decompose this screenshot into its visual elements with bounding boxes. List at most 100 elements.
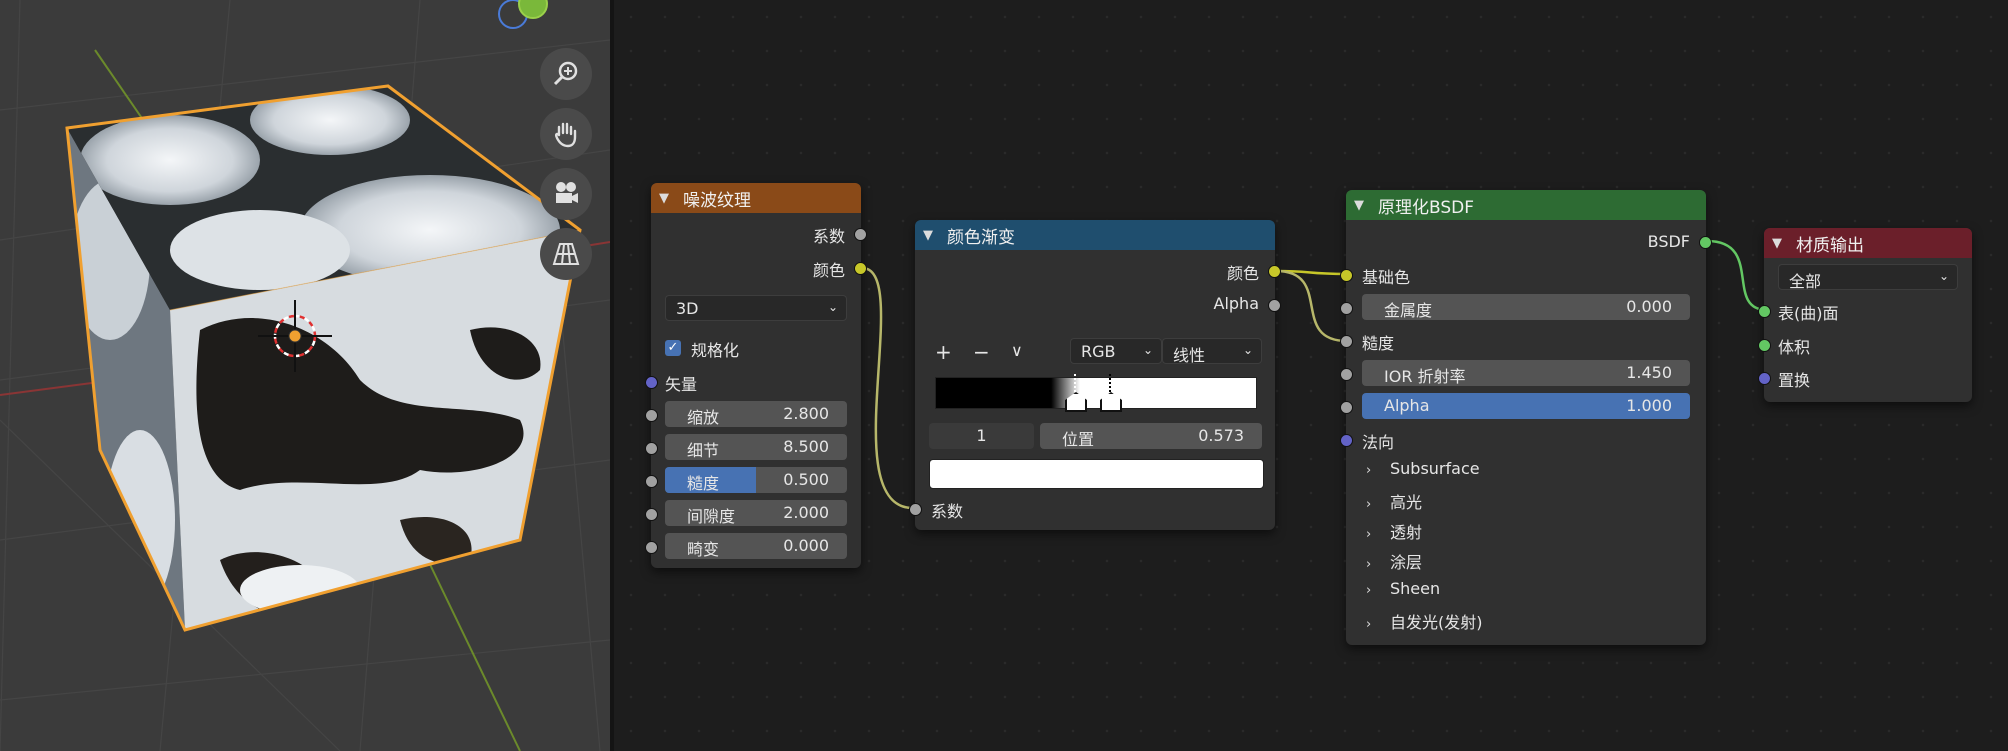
collapse-chevron-icon[interactable]: ▼	[923, 228, 941, 243]
ior-field[interactable]: IOR 折射率 1.450	[1362, 360, 1690, 386]
base-color-label: 基础色	[1362, 268, 1411, 287]
ramp-node-title: 颜色渐变	[947, 227, 1015, 248]
camera-icon[interactable]	[540, 168, 592, 220]
bsdf-output-label: BSDF	[1647, 232, 1690, 251]
bsdf-output-socket[interactable]	[1699, 236, 1712, 249]
panel-coat-label: 涂层	[1390, 553, 1423, 572]
alpha-field[interactable]: Alpha 1.000	[1362, 393, 1690, 419]
chevron-down-icon: ⌄	[827, 300, 838, 314]
displacement-socket[interactable]	[1758, 372, 1771, 385]
node-editor[interactable]: ▼ 噪波纹理 系数 颜色 3D ⌄ ✓ 规格化 矢量 缩放 2.800 细节 8…	[614, 0, 2008, 751]
interpolation-dropdown[interactable]: 线性 ⌄	[1162, 338, 1262, 365]
noise-fac-socket[interactable]	[854, 228, 867, 241]
roughness-field[interactable]: 糙度 0.500	[665, 467, 847, 493]
noise-color-socket[interactable]	[854, 262, 867, 275]
ramp-alpha-socket[interactable]	[1268, 299, 1281, 312]
chevron-right-icon: ›	[1366, 557, 1372, 572]
stop-index-value: 1	[976, 426, 987, 445]
distortion-field[interactable]: 畸变 0.000	[665, 533, 847, 559]
bsdf-node-title: 原理化BSDF	[1378, 197, 1475, 218]
panel-subsurface[interactable]: › Subsurface	[1366, 459, 1480, 478]
collapse-chevron-icon[interactable]: ▼	[1772, 236, 1790, 251]
add-stop-button[interactable]: +	[935, 340, 952, 364]
distortion-label: 畸变	[687, 540, 720, 559]
ior-socket[interactable]	[1340, 368, 1353, 381]
chevron-down-icon: ⌄	[1938, 269, 1949, 283]
detail-socket[interactable]	[645, 442, 658, 455]
base-color-socket[interactable]	[1340, 269, 1353, 282]
bsdf-roughness-socket[interactable]	[1340, 335, 1353, 348]
chevron-right-icon: ›	[1366, 463, 1372, 478]
normal-socket[interactable]	[1340, 434, 1353, 447]
alpha-value: 1.000	[1626, 396, 1672, 415]
remove-stop-button[interactable]: −	[973, 340, 990, 364]
roughness-value: 0.500	[783, 470, 829, 489]
stop-color-swatch[interactable]	[929, 459, 1264, 489]
position-field[interactable]: 位置 0.573	[1040, 423, 1262, 449]
noise-node-title: 噪波纹理	[683, 190, 751, 211]
hand-pan-icon[interactable]	[540, 108, 592, 160]
color-ramp-node[interactable]: ▼ 颜色渐变 颜色 Alpha + − ∨ RGB ⌄ 线性 ⌄ 1 位置 0.…	[909, 220, 1281, 530]
panel-transmission[interactable]: › 透射	[1366, 519, 1422, 543]
collapse-chevron-icon[interactable]: ▼	[1354, 198, 1372, 213]
normalize-label: 规格化	[691, 341, 740, 360]
scale-value: 2.800	[783, 404, 829, 423]
scale-field[interactable]: 缩放 2.800	[665, 401, 847, 427]
displacement-input-label: 置换	[1778, 371, 1811, 390]
position-value: 0.573	[1198, 426, 1244, 445]
noise-output-color: 颜色	[812, 261, 845, 280]
chevron-down-icon: ⌄	[1242, 343, 1253, 357]
chevron-right-icon: ›	[1366, 497, 1372, 512]
alpha-socket[interactable]	[1340, 401, 1353, 414]
render-target-dropdown[interactable]: 全部 ⌄	[1778, 264, 1958, 291]
ramp-node-header[interactable]: ▼ 颜色渐变	[915, 220, 1275, 250]
panel-sheen[interactable]: › Sheen	[1366, 579, 1440, 598]
surface-socket[interactable]	[1758, 305, 1771, 318]
noise-texture-node[interactable]: ▼ 噪波纹理 系数 颜色 3D ⌄ ✓ 规格化 矢量 缩放 2.800 细节 8…	[645, 183, 867, 568]
collapse-chevron-icon[interactable]: ▼	[659, 191, 677, 206]
stop-index-field[interactable]: 1	[929, 423, 1034, 449]
grid-perspective-icon[interactable]	[540, 228, 592, 280]
normalize-checkbox[interactable]: ✓	[665, 340, 681, 356]
lacunarity-socket[interactable]	[645, 508, 658, 521]
material-output-node[interactable]: ▼ 材质输出 全部 ⌄ 表(曲)面 体积 置换	[1758, 228, 1972, 402]
detail-field[interactable]: 细节 8.500	[665, 434, 847, 460]
metallic-socket[interactable]	[1340, 302, 1353, 315]
chevron-right-icon: ›	[1366, 617, 1372, 632]
panel-coat[interactable]: › 涂层	[1366, 549, 1422, 573]
ramp-fac-socket[interactable]	[909, 503, 922, 516]
3d-viewport[interactable]	[0, 0, 610, 751]
panel-specular[interactable]: › 高光	[1366, 489, 1422, 513]
detail-value: 8.500	[783, 437, 829, 456]
dimension-value: 3D	[676, 299, 699, 318]
output-node-header[interactable]: ▼ 材质输出	[1764, 228, 1972, 258]
panel-subsurface-label: Subsurface	[1390, 459, 1480, 478]
principled-bsdf-node[interactable]: ▼ 原理化BSDF BSDF 基础色 金属度 0.000 糙度 IOR 折射率 …	[1340, 190, 1712, 645]
distortion-socket[interactable]	[645, 541, 658, 554]
volume-socket[interactable]	[1758, 339, 1771, 352]
ramp-output-alpha: Alpha	[1213, 294, 1260, 313]
interpolation-value: 线性	[1173, 346, 1206, 365]
ramp-color-socket[interactable]	[1268, 265, 1281, 278]
zoom-icon[interactable]	[540, 48, 592, 100]
color-mode-dropdown[interactable]: RGB ⌄	[1070, 338, 1162, 364]
ramp-menu-button[interactable]: ∨	[1011, 341, 1023, 360]
scale-socket[interactable]	[645, 409, 658, 422]
panel-emission[interactable]: › 自发光(发射)	[1366, 609, 1483, 633]
distortion-value: 0.000	[783, 536, 829, 555]
viewport-scene	[0, 0, 610, 751]
roughness-socket[interactable]	[645, 475, 658, 488]
vector-socket[interactable]	[645, 376, 658, 389]
lacunarity-field[interactable]: 间隙度 2.000	[665, 500, 847, 526]
noise-node-header[interactable]: ▼ 噪波纹理	[651, 183, 861, 213]
alpha-label: Alpha	[1384, 396, 1430, 415]
color-ramp-bar[interactable]	[935, 377, 1257, 409]
metallic-field[interactable]: 金属度 0.000	[1362, 294, 1690, 320]
panel-sheen-label: Sheen	[1390, 579, 1441, 598]
ior-label: IOR 折射率	[1384, 367, 1466, 386]
noise-output-fac: 系数	[812, 227, 845, 246]
bsdf-node-header[interactable]: ▼ 原理化BSDF	[1346, 190, 1706, 220]
dimension-dropdown[interactable]: 3D ⌄	[665, 295, 847, 321]
panel-transmission-label: 透射	[1390, 523, 1423, 542]
metallic-label: 金属度	[1384, 301, 1433, 320]
